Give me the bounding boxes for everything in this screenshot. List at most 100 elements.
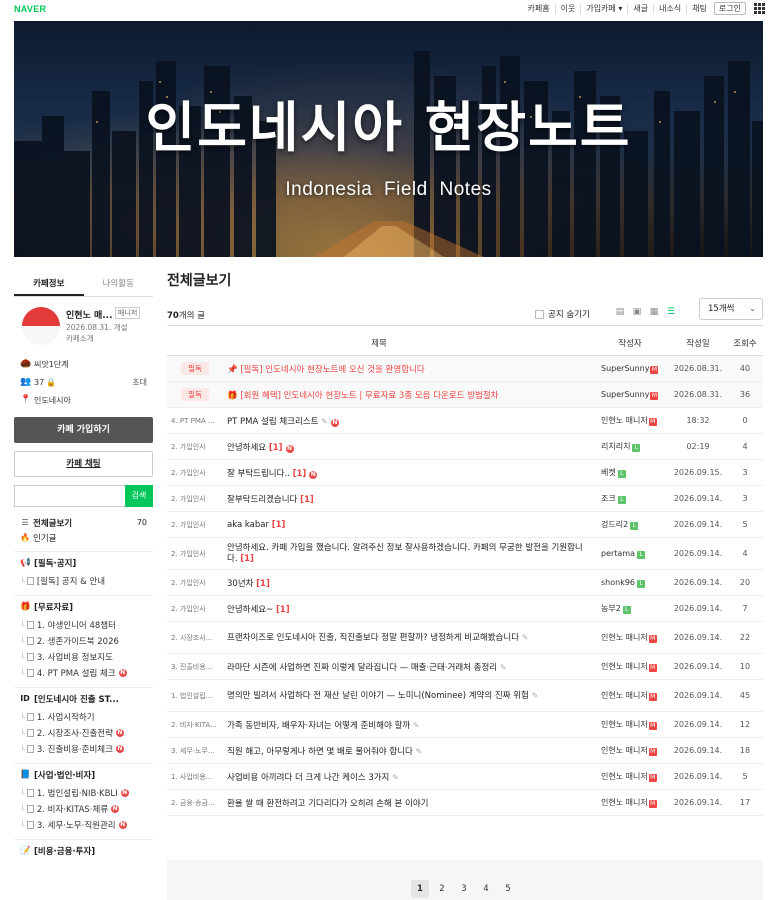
post-title-cell[interactable]: 안녕하세요. 카페 가입을 했습니다. 알려주신 정보 잘사용하겠습니다. 카페…: [223, 543, 591, 565]
post-author-name[interactable]: shonk96: [601, 578, 635, 587]
post-author-name[interactable]: 인현노 매니저: [601, 633, 648, 642]
post-author-name[interactable]: SuperSunny: [601, 390, 649, 399]
post-author[interactable]: 베켓 L: [591, 467, 669, 478]
post-author[interactable]: 농부2 L: [591, 603, 669, 614]
post-title-cell[interactable]: 안녕하세요~ [1]: [223, 603, 591, 615]
post-category[interactable]: 1. 법인설립...: [167, 691, 223, 701]
post-title[interactable]: 30년차: [227, 579, 253, 589]
post-category[interactable]: 1. 사업비용...: [167, 772, 223, 782]
table-row[interactable]: 3. 세무·노무... 직원 해고, 아무렇게나 하면 몇 배로 물어줘야 합니다…: [167, 738, 763, 764]
post-category[interactable]: 2. 비자·KITA...: [167, 720, 223, 730]
table-row[interactable]: 2. 금융·송금... 환율 쌀 때 환전하려고 기다리다가 오히려 손해 본 이…: [167, 790, 763, 816]
post-author[interactable]: 인현노 매니저 M: [591, 719, 669, 730]
post-author-name[interactable]: pertama: [601, 549, 635, 558]
post-author[interactable]: 인현노 매니저 M: [591, 797, 669, 808]
post-title[interactable]: 📌 [필독] 인도네시아 현장노트에 오신 것을 환영합니다: [227, 365, 425, 375]
sidebar-item-free-2[interactable]: └ 2. 생존가이드북 2026: [14, 633, 153, 649]
table-row[interactable]: 2. 시장조사... 프랜차이즈로 인도네시아 진출, 직진출보다 정말 편할까?…: [167, 622, 763, 654]
post-author-name[interactable]: 베켓: [601, 468, 616, 477]
post-author-name[interactable]: 인현노 매니저: [601, 720, 648, 729]
table-row[interactable]: 1. 사업비용... 사업비용 아끼려다 더 크게 나간 케이스 3가지 ✎ 인현노…: [167, 764, 763, 790]
page-5-button[interactable]: 5: [499, 880, 517, 898]
nav-my-news[interactable]: 내소식: [654, 3, 688, 14]
cafe-search-input[interactable]: [14, 485, 125, 507]
post-title-cell[interactable]: 잘부탁드리겠습니다 [1]: [223, 493, 591, 505]
post-author-name[interactable]: 겅드리2: [601, 520, 628, 529]
post-author[interactable]: shonk96 L: [591, 578, 669, 588]
per-page-select[interactable]: 15개씩 ⌄: [699, 298, 763, 320]
menu-popular-posts[interactable]: 🔥 인기글: [14, 530, 153, 545]
post-author[interactable]: 인현노 매니저 M: [591, 661, 669, 672]
post-title-cell[interactable]: 라마단 시즌에 사업하면 진짜 이렇게 달라집니다 — 매출·근태·거래처 총정…: [223, 661, 591, 673]
post-title-cell[interactable]: 사업비용 아끼려다 더 크게 나간 케이스 3가지 ✎: [223, 771, 591, 783]
post-title-cell[interactable]: 📌 [필독] 인도네시아 현장노트에 오신 것을 환영합니다: [223, 363, 591, 375]
page-3-button[interactable]: 3: [455, 880, 473, 898]
sidebar-item-strategy-1[interactable]: └ 1. 사업시작하기: [14, 709, 153, 725]
post-category[interactable]: 4. PT PMA ...: [167, 417, 223, 425]
post-title[interactable]: 환율 쌀 때 환전하려고 기다리다가 오히려 손해 본 이야기: [227, 799, 428, 809]
comment-count[interactable]: [1]: [293, 469, 307, 479]
table-row[interactable]: 2. 비자·KITA... 가족 동반비자, 배우자·자녀는 어떻게 준비해야 할…: [167, 712, 763, 738]
login-button[interactable]: 로그인: [713, 2, 746, 15]
post-title-cell[interactable]: 직원 해고, 아무렇게나 하면 몇 배로 물어줘야 합니다 ✎: [223, 745, 591, 757]
comment-count[interactable]: [1]: [269, 443, 283, 453]
post-category[interactable]: 3. 진출비용...: [167, 662, 223, 672]
post-title[interactable]: 잘 부탁드립니다..: [227, 469, 290, 479]
sidebar-item-business-3[interactable]: └ 3. 세무·노무·직원관리 N: [14, 817, 153, 833]
post-author[interactable]: SuperSunny M: [591, 364, 669, 374]
post-author-name[interactable]: 인현노 매니저: [601, 798, 648, 807]
post-author-name[interactable]: 농부2: [601, 604, 621, 613]
post-author[interactable]: 조크 L: [591, 493, 669, 504]
table-row[interactable]: 4. PT PMA ... PT PMA 설립 체크리스트 ✎ N 인현노 매니저 M 1…: [167, 408, 763, 434]
post-title-cell[interactable]: 🎁 [회원 혜택] 인도네시아 현장노트 | 무료자료 3종 모음 다운로드 방…: [223, 389, 591, 401]
page-2-button[interactable]: 2: [433, 880, 451, 898]
post-title[interactable]: 명의만 빌려서 사업하다 전 재산 날린 이야기 — 노미니(Nominee) …: [227, 691, 529, 701]
comment-count[interactable]: [1]: [272, 520, 286, 530]
post-title[interactable]: aka kabar: [227, 520, 269, 530]
post-title-cell[interactable]: 가족 동반비자, 배우자·자녀는 어떻게 준비해야 할까 ✎: [223, 719, 591, 731]
sidebar-item-notice[interactable]: └ [필독] 공지 & 안내: [14, 573, 153, 589]
post-author-name[interactable]: 인현노 매니저: [601, 772, 648, 781]
table-row[interactable]: 3. 진출비용... 라마단 시즌에 사업하면 진짜 이렇게 달라집니다 — 매출…: [167, 654, 763, 680]
post-category[interactable]: 2. 시장조사...: [167, 633, 223, 643]
post-category[interactable]: 2. 가입인사: [167, 549, 223, 559]
post-author[interactable]: 겅드리2 L: [591, 519, 669, 530]
comment-count[interactable]: [1]: [300, 495, 314, 505]
post-author-name[interactable]: 조크: [601, 494, 616, 503]
post-title[interactable]: 직원 해고, 아무렇게나 하면 몇 배로 물어줘야 합니다: [227, 747, 413, 757]
post-author[interactable]: 인현노 매니저 M: [591, 771, 669, 782]
list-view-icon[interactable]: ▤: [615, 307, 625, 317]
post-category[interactable]: 2. 금융·송금...: [167, 798, 223, 808]
comment-count[interactable]: [1]: [276, 605, 290, 615]
sidebar-item-free-3[interactable]: └ 3. 사업비용 정보지도: [14, 649, 153, 665]
sidebar-item-strategy-2[interactable]: └ 2. 시장조사·진출전략 N: [14, 725, 153, 741]
post-author-name[interactable]: SuperSunny: [601, 364, 649, 373]
sidebar-item-business-2[interactable]: └ 2. 비자·KITAS·체류 N: [14, 801, 153, 817]
post-title[interactable]: 🎁 [회원 혜택] 인도네시아 현장노트 | 무료자료 3종 모음 다운로드 방…: [227, 391, 498, 401]
tab-my-activity[interactable]: 나의활동: [84, 271, 154, 296]
post-author-name[interactable]: 리치리치: [601, 442, 630, 451]
post-author[interactable]: pertama L: [591, 549, 669, 559]
post-author[interactable]: SuperSunny M: [591, 390, 669, 400]
post-title[interactable]: 사업비용 아끼려다 더 크게 나간 케이스 3가지: [227, 773, 389, 783]
hide-notice-toggle[interactable]: 공지 숨기기: [535, 308, 590, 320]
post-title[interactable]: 잘부탁드리겠습니다: [227, 495, 297, 505]
album-view-icon[interactable]: ▣: [632, 307, 642, 317]
sidebar-item-business-1[interactable]: └ 1. 법인설립·NIB·KBLI N: [14, 785, 153, 801]
nav-chat[interactable]: 채팅: [687, 4, 712, 14]
post-title-cell[interactable]: 명의만 빌려서 사업하다 전 재산 날린 이야기 — 노미니(Nominee) …: [223, 690, 591, 702]
post-title[interactable]: 가족 동반비자, 배우자·자녀는 어떻게 준비해야 할까: [227, 721, 410, 731]
sidebar-item-free-4[interactable]: └ 4. PT PMA 설립 체크 N: [14, 665, 153, 681]
card-view-icon[interactable]: ▦: [649, 307, 659, 317]
post-author-name[interactable]: 인현노 매니저: [601, 746, 648, 755]
post-title-cell[interactable]: 안녕하세요 [1] N: [223, 441, 591, 453]
post-title-cell[interactable]: 잘 부탁드립니다.. [1] N: [223, 467, 591, 479]
post-author[interactable]: 인현노 매니저 M: [591, 690, 669, 701]
cafe-search-button[interactable]: 검색: [125, 485, 153, 507]
post-author[interactable]: 인현노 매니저 M: [591, 632, 669, 643]
post-category[interactable]: 2. 가입인사: [167, 494, 223, 504]
post-category[interactable]: 2. 가입인사: [167, 520, 223, 530]
cafe-avatar[interactable]: [22, 307, 60, 345]
cafe-chat-button[interactable]: 카페 채팅: [14, 451, 153, 477]
post-title[interactable]: 라마단 시즌에 사업하면 진짜 이렇게 달라집니다 — 매출·근태·거래처 총정…: [227, 663, 497, 673]
